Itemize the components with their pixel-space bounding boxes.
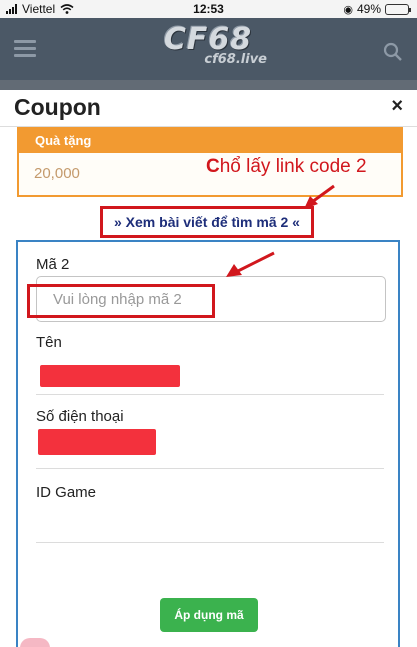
gift-value: 20,000 [34,165,80,182]
site-logo[interactable]: CF68 cf68.live [145,24,271,74]
app-subbar [0,80,417,90]
app-header: CF68 cf68.live [0,18,417,80]
code-label: Mã 2 [36,256,70,273]
hamburger-menu-icon[interactable] [14,40,36,58]
name-field-underline[interactable] [36,394,384,395]
game-id-label: ID Game [36,484,97,501]
orientation-lock-icon: ◉ [343,3,353,16]
search-icon[interactable] [383,42,403,62]
game-id-field-underline[interactable] [36,542,384,543]
redacted-phone [38,429,156,455]
status-bar: Viettel 12:53 ◉ 49% [0,0,417,18]
apply-code-button[interactable]: Áp dụng mã [160,598,258,632]
redacted-name [40,365,180,387]
modal-title: Coupon [14,94,101,120]
close-button[interactable]: × [391,96,403,116]
gift-label: Quà tặng [19,129,401,153]
annotation-arrow-icon-2 [226,251,275,277]
annotation-rest: hổ lấy link code 2 [219,156,367,177]
view-link-highlight: » Xem bài viết để tìm mã 2 « [100,206,314,238]
status-right: ◉ 49% [343,2,411,16]
battery-icon [385,3,411,15]
phone-label: Số điện thoại [36,408,124,425]
coupon-form: Mã 2 Tên Số điện thoại ID Game [16,240,400,647]
phone-field-underline[interactable] [36,468,384,469]
battery-percent: 49% [356,2,381,16]
partial-avatar [20,638,50,647]
coupon-modal: Coupon × Quà tặng 20,000 Chổ lấy link co… [0,90,417,647]
view-article-link[interactable]: » Xem bài viết để tìm mã 2 « [103,209,311,235]
annotation-text: Chổ lấy link code 2 [206,156,367,178]
annotation-first-letter: C [206,156,220,177]
code-input[interactable] [36,276,386,322]
name-label: Tên [36,334,62,351]
